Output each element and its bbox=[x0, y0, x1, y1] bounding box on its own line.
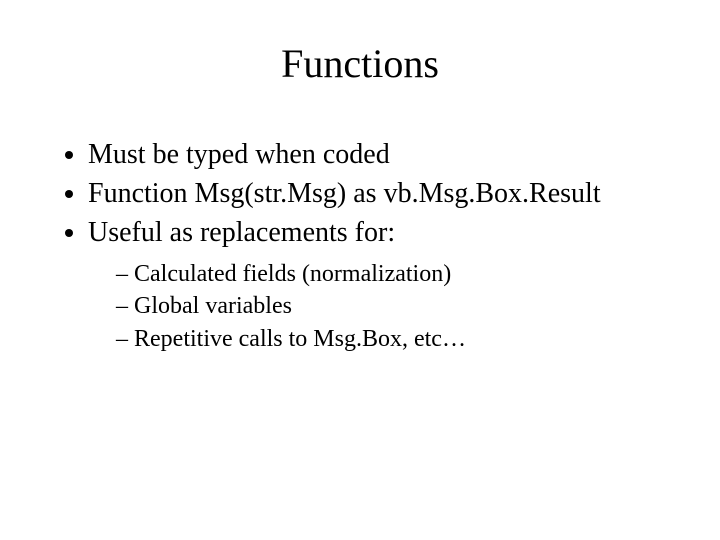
bullet-item: Function Msg(str.Msg) as vb.Msg.Box.Resu… bbox=[88, 176, 670, 211]
slide-title: Functions bbox=[50, 40, 670, 87]
sub-bullet-text: Repetitive calls to Msg.Box, etc… bbox=[134, 326, 466, 352]
bullet-item: Must be typed when coded bbox=[88, 137, 670, 172]
bullet-text: Useful as replacements for: bbox=[88, 217, 395, 248]
sub-bullet-list: Calculated fields (normalization) Global… bbox=[88, 258, 670, 355]
sub-bullet-item: Global variables bbox=[116, 290, 670, 322]
bullet-text: Function Msg(str.Msg) as vb.Msg.Box.Resu… bbox=[88, 178, 601, 209]
sub-bullet-item: Calculated fields (normalization) bbox=[116, 258, 670, 290]
bullet-list: Must be typed when coded Function Msg(st… bbox=[50, 137, 670, 355]
sub-bullet-text: Global variables bbox=[134, 293, 292, 319]
sub-bullet-item: Repetitive calls to Msg.Box, etc… bbox=[116, 323, 670, 355]
sub-bullet-text: Calculated fields (normalization) bbox=[134, 261, 451, 287]
slide: Functions Must be typed when coded Funct… bbox=[0, 0, 720, 540]
bullet-text: Must be typed when coded bbox=[88, 139, 390, 170]
bullet-item: Useful as replacements for: Calculated f… bbox=[88, 215, 670, 355]
